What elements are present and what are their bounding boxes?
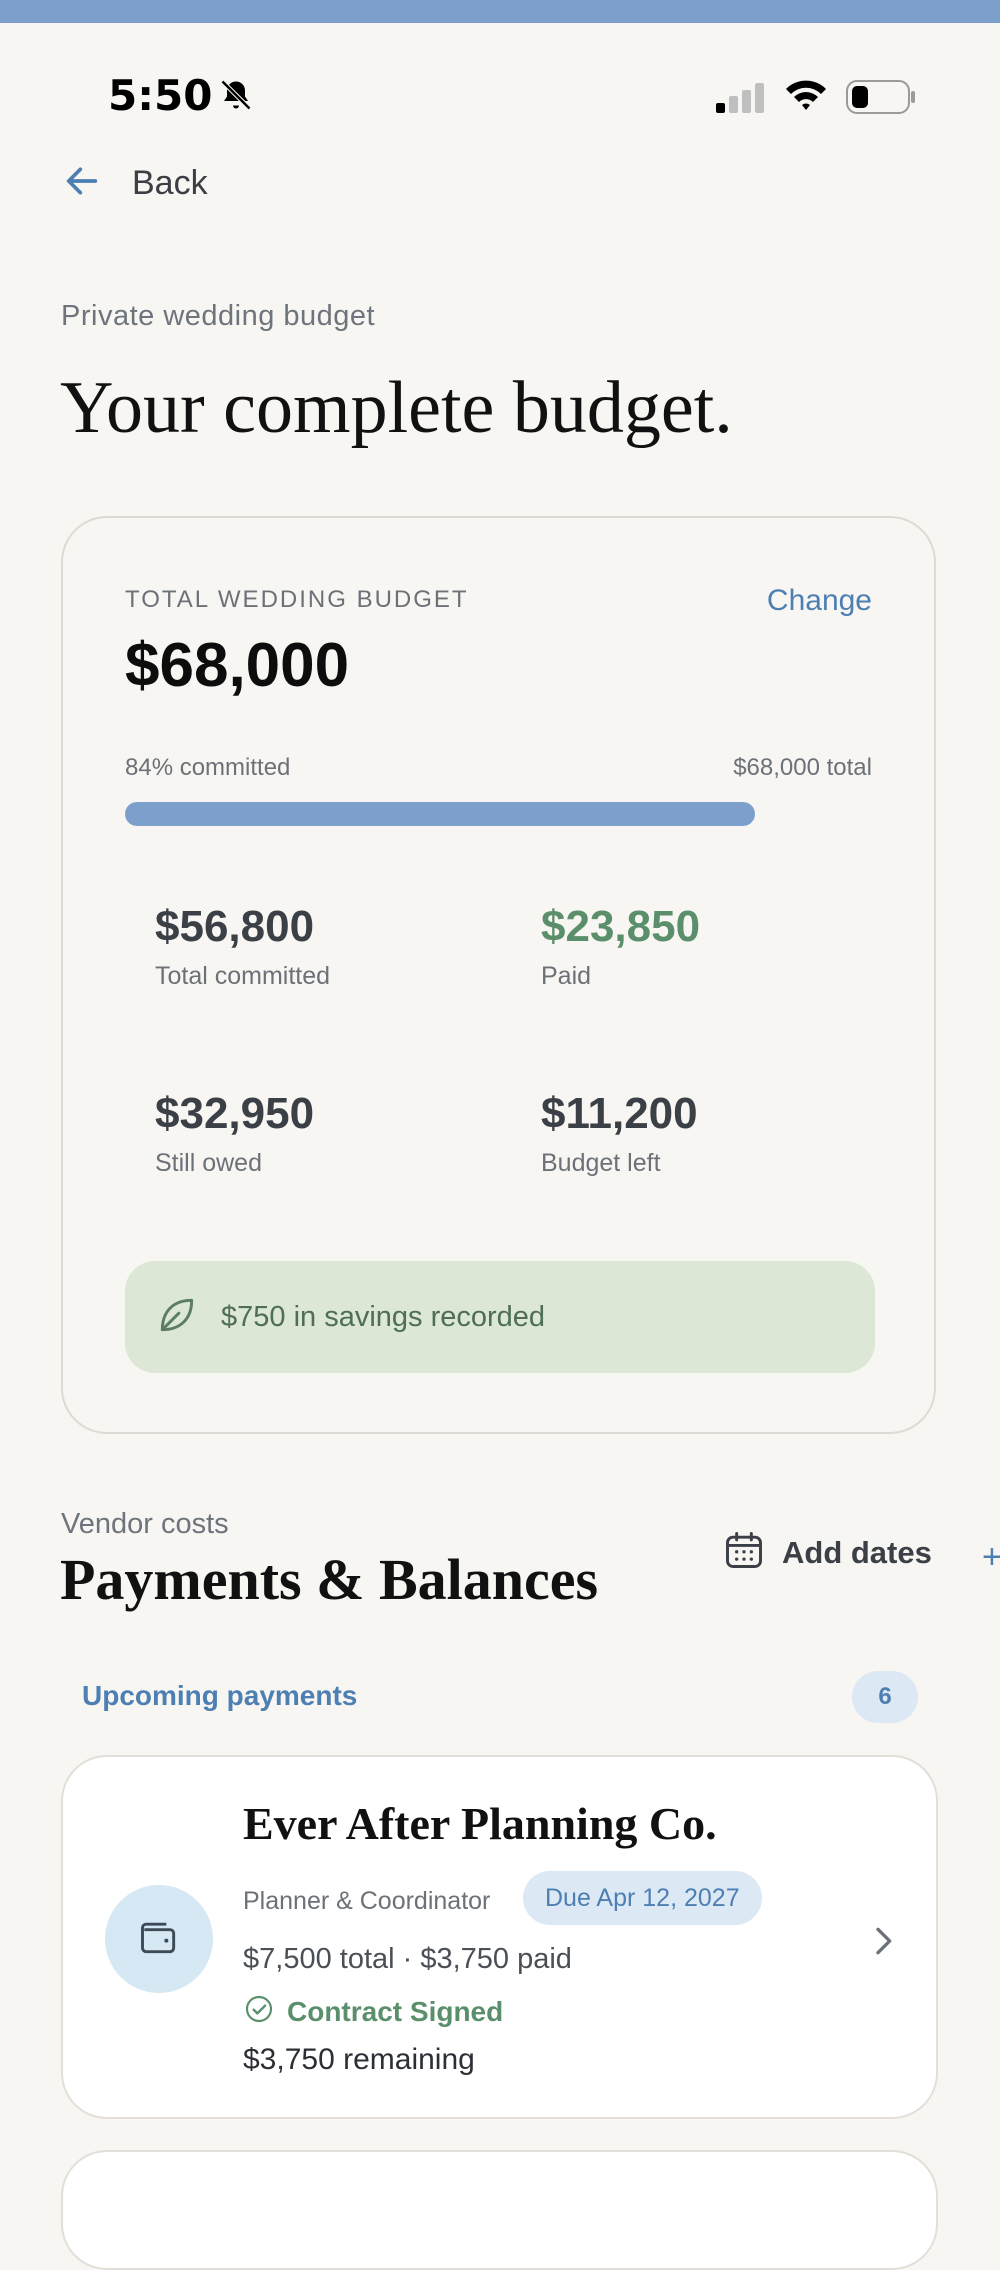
contract-status-label: Contract Signed [287, 1995, 504, 2027]
savings-text: $750 in savings recorded [221, 1300, 546, 1333]
back-label: Back [132, 163, 208, 202]
vendor-remaining: $3,750 remaining [243, 2043, 475, 2076]
calendar-icon [722, 1528, 766, 1577]
stat-label: Still owed [155, 1149, 262, 1177]
budget-total-label: $68,000 total [733, 754, 872, 781]
stat-paid: $23,850 Paid [541, 902, 700, 991]
page-title: Your complete budget. [60, 367, 733, 449]
bell-slash-icon [218, 77, 254, 118]
stat-value: $32,950 [155, 1089, 315, 1138]
change-budget-link[interactable]: Change [767, 584, 872, 618]
check-circle-icon [243, 1993, 275, 2030]
page-eyebrow: Private wedding budget [61, 300, 376, 332]
vendor-category: Planner & Coordinator [243, 1887, 491, 1915]
section-title: Payments & Balances [60, 1547, 599, 1612]
stat-value: $11,200 [541, 1089, 698, 1138]
total-budget-amount: $68,000 [125, 631, 350, 700]
back-button[interactable]: Back [62, 158, 208, 208]
battery-icon [846, 79, 916, 120]
wifi-icon [784, 77, 828, 118]
stat-label: Budget left [541, 1149, 661, 1177]
add-dates-label: Add dates [782, 1534, 932, 1570]
status-bar: 5:50 [0, 23, 1000, 123]
contract-status: Contract Signed [243, 1993, 503, 2030]
stat-still-owed: $32,950 Still owed [155, 1089, 314, 1178]
budget-progress-fill [125, 802, 755, 826]
upcoming-count-badge: 6 [852, 1671, 918, 1723]
vendor-card[interactable] [61, 2150, 938, 2270]
stat-budget-left: $11,200 Budget left [541, 1089, 698, 1178]
vendor-name: Ever After Planning Co. [243, 1798, 717, 1849]
upcoming-payments-label[interactable]: Upcoming payments [82, 1680, 357, 1712]
committed-percent: 84% committed [125, 754, 291, 781]
vendor-avatar [105, 1885, 213, 1993]
status-time: 5:50 [108, 71, 213, 120]
add-dates-button[interactable]: Add dates [722, 1528, 932, 1577]
cellular-signal-icon [716, 83, 766, 118]
stat-value: $23,850 [541, 902, 701, 951]
budget-summary-card: TOTAL WEDDING BUDGET Change $68,000 84% … [61, 516, 936, 1434]
vendor-card[interactable]: Ever After Planning Co. Planner & Coordi… [61, 1755, 938, 2119]
wallet-icon [137, 1915, 181, 1964]
section-eyebrow: Vendor costs [61, 1508, 229, 1540]
chevron-right-icon [863, 1921, 903, 1966]
budget-progress-bar [125, 802, 875, 826]
savings-banner: $750 in savings recorded [125, 1261, 875, 1373]
stat-label: Paid [541, 962, 592, 990]
stat-value: $56,800 [155, 902, 315, 951]
vendor-payment-summary: $7,500 total · $3,750 paid [243, 1943, 572, 1975]
budget-caption: TOTAL WEDDING BUDGET [125, 586, 469, 613]
due-date-badge: Due Apr 12, 2027 [523, 1871, 762, 1925]
add-vendor-icon[interactable]: + [982, 1538, 1000, 1577]
leaf-icon [155, 1293, 199, 1342]
top-accent-bar [0, 0, 1000, 23]
stat-label: Total committed [155, 962, 331, 990]
stat-total-committed: $56,800 Total committed [155, 902, 330, 991]
arrow-left-icon [62, 161, 102, 206]
